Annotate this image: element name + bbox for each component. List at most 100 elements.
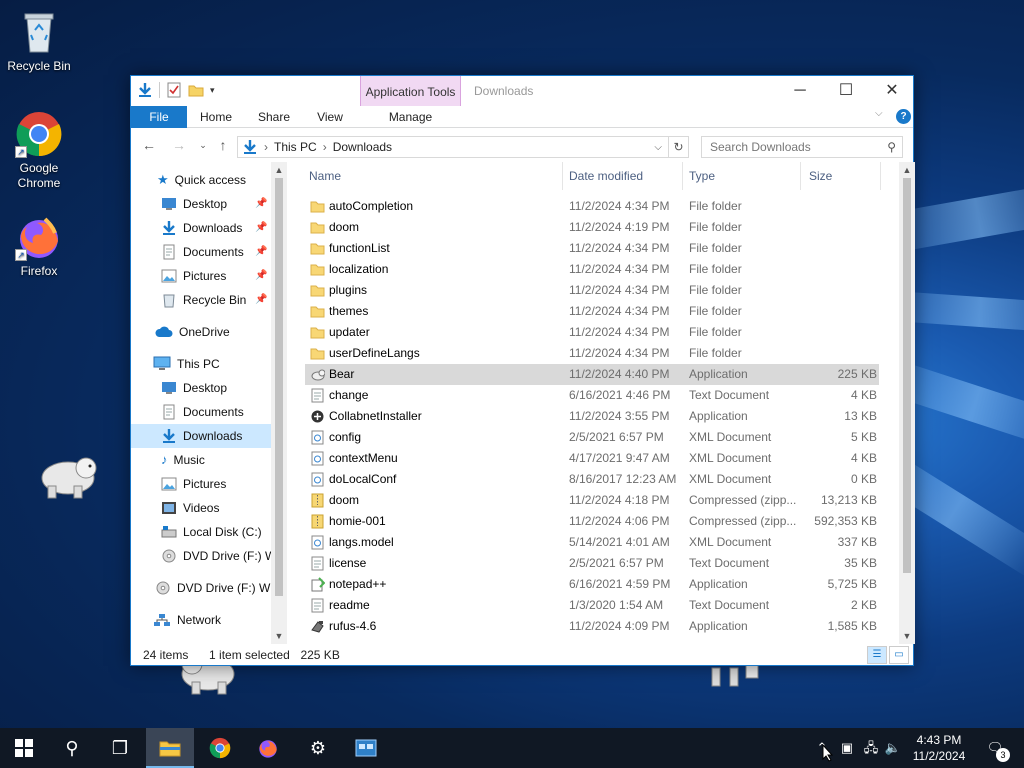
minimize-button[interactable]: ─ [777, 76, 823, 106]
file-row[interactable]: config 2/5/2021 6:57 PM XML Document 5 KB [305, 427, 879, 448]
file-list[interactable]: ⌃ Name Date modified Type Size autoCompl… [305, 162, 899, 644]
nav-item-dvd-drive-f-w[interactable]: DVD Drive (F:) W [131, 544, 276, 568]
volume-icon[interactable]: 🔈 [882, 728, 904, 768]
file-date-modified: 11/2/2024 4:19 PM [569, 220, 670, 234]
column-header-date[interactable]: Date modified [565, 162, 683, 190]
file-row[interactable]: themes 11/2/2024 4:34 PM File folder [305, 301, 879, 322]
file-row[interactable]: license 2/5/2021 6:57 PM Text Document 35 K… [305, 553, 879, 574]
help-icon[interactable]: ? [896, 109, 911, 124]
nav-item-this-pc[interactable]: This PC [131, 352, 271, 376]
nav-item-pictures[interactable]: Pictures [131, 472, 271, 496]
tab-file[interactable]: File [131, 106, 187, 128]
navigation-pane-scrollbar[interactable]: ▲ ▼ [271, 162, 287, 644]
nav-item-downloads[interactable]: Downloads [131, 424, 271, 448]
tab-view[interactable]: View [307, 106, 353, 128]
nav-item-documents[interactable]: Documents [131, 400, 271, 424]
file-row[interactable]: autoCompletion 11/2/2024 4:34 PM File fold… [305, 196, 879, 217]
scroll-up-arrow[interactable]: ▲ [899, 162, 915, 178]
nav-item-downloads[interactable]: Downloads 📌 [131, 216, 271, 240]
scroll-down-arrow[interactable]: ▼ [271, 628, 287, 644]
nav-item-documents[interactable]: Documents 📌 [131, 240, 271, 264]
title-bar[interactable]: ▾ Application Tools Downloads ─ ☐ ✕ [131, 76, 915, 108]
nav-item-desktop[interactable]: Desktop 📌 [131, 192, 271, 216]
file-list-scrollbar[interactable]: ▲ ▼ [899, 162, 915, 644]
tab-manage[interactable]: Manage [360, 106, 461, 128]
taskbar-firefox[interactable] [244, 728, 292, 768]
file-row[interactable]: localization 11/2/2024 4:34 PM File folder [305, 259, 879, 280]
file-row[interactable]: langs.model 5/14/2021 4:01 AM XML Document… [305, 532, 879, 553]
details-view-button[interactable]: ☰ [867, 646, 887, 664]
breadcrumb-downloads[interactable]: Downloads [333, 140, 392, 154]
file-row[interactable]: contextMenu 4/17/2021 9:47 AM XML Document… [305, 448, 879, 469]
address-bar[interactable]: › This PC › Downloads ⌵ [237, 136, 669, 158]
tab-home[interactable]: Home [191, 106, 241, 128]
column-header-type[interactable]: Type [685, 162, 801, 190]
taskbar-file-explorer[interactable] [146, 728, 194, 768]
refresh-button[interactable]: ↻ [669, 136, 689, 158]
file-row[interactable]: readme 1/3/2020 1:54 AM Text Document 2 KB [305, 595, 879, 616]
file-explorer-window[interactable]: ▾ Application Tools Downloads ─ ☐ ✕ File… [130, 75, 915, 666]
network-icon[interactable]: 🖧 [860, 728, 882, 768]
taskbar-app[interactable] [342, 728, 390, 768]
chevron-down-icon[interactable]: ▾ [210, 85, 215, 96]
close-button[interactable]: ✕ [869, 76, 915, 106]
search-button[interactable]: ⚲ [48, 728, 96, 768]
new-folder-icon[interactable] [188, 82, 204, 98]
nav-item-music[interactable]: ♪ Music [131, 448, 271, 472]
action-center-button[interactable]: 🗨 3 [980, 728, 1010, 768]
recent-locations-button[interactable]: ⌄ [193, 136, 213, 154]
maximize-button[interactable]: ☐ [823, 76, 869, 106]
documents-icon [161, 244, 177, 260]
file-row[interactable]: doLocalConf 8/16/2017 12:23 AM XML Documen… [305, 469, 879, 490]
taskbar-chrome[interactable] [196, 728, 244, 768]
properties-icon[interactable] [166, 82, 182, 98]
file-row[interactable]: Bear 11/2/2024 4:40 PM Application 225 KB [305, 364, 879, 385]
clock[interactable]: 4:43 PM 11/2/2024 [904, 732, 974, 764]
tab-share[interactable]: Share [249, 106, 299, 128]
file-row[interactable]: notepad++ 6/16/2021 4:59 PM Application 5,7… [305, 574, 879, 595]
start-button[interactable] [0, 728, 48, 768]
nav-item-local-disk-c[interactable]: Local Disk (C:) [131, 520, 271, 544]
column-header-name[interactable]: Name [305, 162, 563, 190]
scrollbar-thumb[interactable] [275, 178, 283, 596]
file-row[interactable]: updater 11/2/2024 4:34 PM File folder [305, 322, 879, 343]
task-view-button[interactable]: ❐ [96, 728, 144, 768]
file-row[interactable]: change 6/16/2021 4:46 PM Text Document 4 KB [305, 385, 879, 406]
forward-button[interactable]: → [169, 136, 189, 154]
nav-item-videos[interactable]: Videos [131, 496, 271, 520]
nav-item-pictures[interactable]: Pictures 📌 [131, 264, 271, 288]
taskbar-settings[interactable]: ⚙ [294, 728, 342, 768]
address-dropdown-icon[interactable]: ⌵ [654, 142, 662, 153]
file-row[interactable]: functionList 11/2/2024 4:34 PM File folder [305, 238, 879, 259]
file-row[interactable]: userDefineLangs 11/2/2024 4:34 PM File fol… [305, 343, 879, 364]
breadcrumb-this-pc[interactable]: This PC [274, 140, 317, 154]
nav-item-quick-access[interactable]: ★ Quick access [131, 168, 271, 192]
search-input[interactable]: Search Downloads ⚲ [701, 136, 903, 158]
expand-ribbon-icon[interactable]: ⌵ [875, 108, 883, 119]
column-header-size[interactable]: Size [805, 162, 881, 190]
back-button[interactable]: ← [139, 136, 159, 154]
file-row[interactable]: plugins 11/2/2024 4:34 PM File folder [305, 280, 879, 301]
scrollbar-thumb[interactable] [903, 178, 911, 573]
scroll-up-arrow[interactable]: ▲ [271, 162, 287, 178]
file-row[interactable]: doom 11/2/2024 4:19 PM File folder [305, 217, 879, 238]
nav-item-desktop[interactable]: Desktop [131, 376, 271, 400]
file-row[interactable]: homie-001 11/2/2024 4:06 PM Compressed (zi… [305, 511, 879, 532]
folder-icon [310, 304, 325, 319]
desktop-firefox[interactable]: ↗ Firefox [1, 213, 77, 279]
nav-item-recycle-bin[interactable]: Recycle Bin 📌 [131, 288, 271, 312]
file-row[interactable]: rufus-4.6 11/2/2024 4:09 PM Application 1,5… [305, 616, 879, 637]
large-icons-view-button[interactable]: ▭ [889, 646, 909, 664]
desktop-google-chrome[interactable]: ↗ Google Chrome [1, 110, 77, 191]
scroll-down-arrow[interactable]: ▼ [899, 628, 915, 644]
navigation-pane[interactable]: ★ Quick access Desktop 📌 Downloads 📌 Documents… [131, 162, 287, 644]
tray-app-icon[interactable]: ▣ [836, 728, 858, 768]
file-row[interactable]: doom 11/2/2024 4:18 PM Compressed (zipp...… [305, 490, 879, 511]
file-name: userDefineLangs [329, 346, 420, 360]
desktop-recycle-bin[interactable]: Recycle Bin [1, 8, 77, 74]
up-button[interactable]: ↑ [213, 136, 233, 154]
nav-item-network[interactable]: Network [131, 608, 271, 632]
file-row[interactable]: CollabnetInstaller 11/2/2024 3:55 PM Appli… [305, 406, 879, 427]
nav-item-dvd-drive-f-win[interactable]: DVD Drive (F:) WIN [131, 576, 282, 600]
nav-item-onedrive[interactable]: OneDrive [131, 320, 271, 344]
